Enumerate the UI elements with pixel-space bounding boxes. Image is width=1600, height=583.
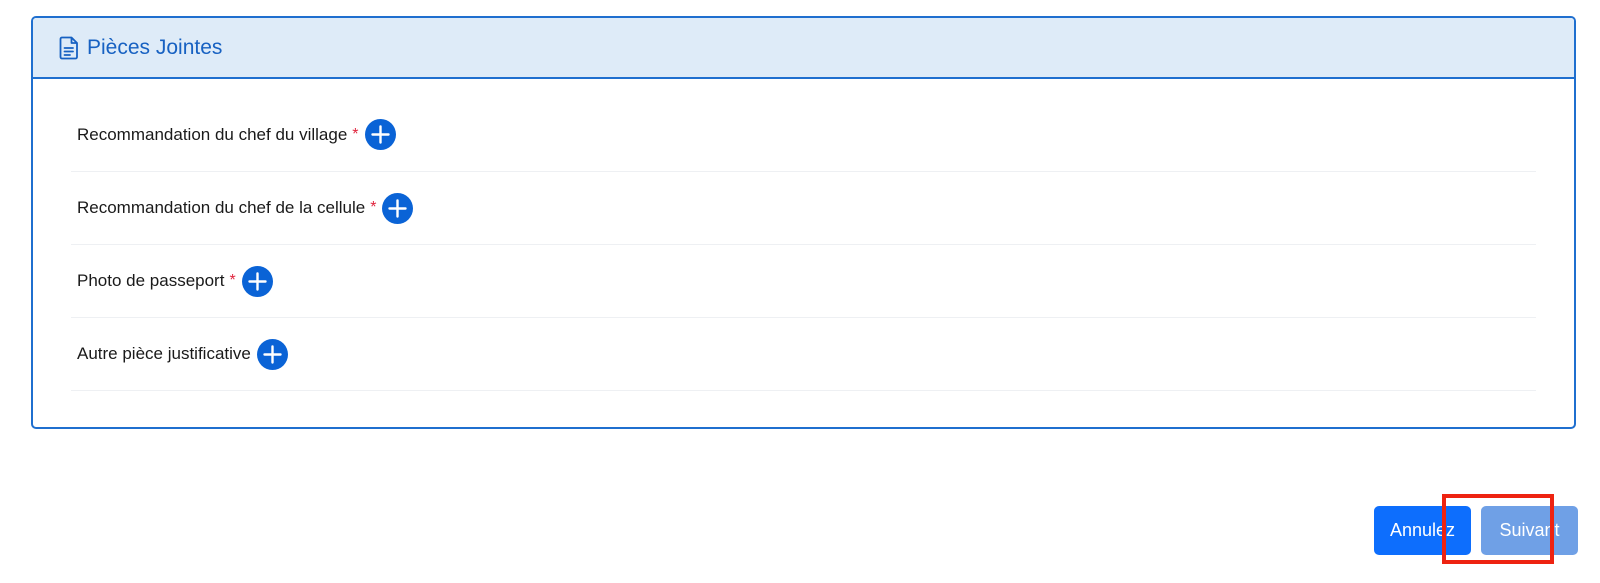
plus-circle-icon — [388, 198, 408, 218]
required-marker: * — [352, 125, 359, 143]
attachment-label: Recommandation du chef du village — [77, 124, 348, 144]
required-marker: * — [370, 199, 377, 216]
panel-header: Pièces Jointes — [33, 18, 1574, 79]
add-other-document-button[interactable] — [256, 338, 288, 370]
next-button[interactable]: Suivant — [1481, 506, 1578, 555]
form-actions: Annulez Suivant — [1374, 506, 1578, 555]
attachment-row-other-document: Autre pièce justificative — [71, 318, 1536, 391]
panel-title: Pièces Jointes — [87, 35, 223, 59]
attachments-list: Recommandation du chef du village * Reco… — [33, 79, 1574, 391]
plus-circle-icon — [370, 125, 390, 144]
add-village-chief-recommendation-button[interactable] — [364, 119, 396, 150]
add-passport-photo-button[interactable] — [241, 265, 273, 297]
add-cell-chief-recommendation-button[interactable] — [382, 192, 414, 224]
cancel-button[interactable]: Annulez — [1374, 506, 1471, 555]
attachments-panel: Pièces Jointes Recommandation du chef du… — [31, 16, 1576, 429]
required-marker: * — [229, 272, 236, 289]
attachment-row-passport-photo: Photo de passeport * — [71, 245, 1536, 318]
attachment-row-village-chief: Recommandation du chef du village * — [71, 79, 1536, 172]
attachment-label: Recommandation du chef de la cellule — [77, 198, 366, 217]
attachment-label: Photo de passeport — [77, 271, 225, 290]
attachment-row-cell-chief: Recommandation du chef de la cellule * — [71, 172, 1536, 245]
attachment-label: Autre pièce justificative — [77, 344, 251, 363]
plus-circle-icon — [247, 271, 267, 291]
document-icon — [59, 36, 79, 60]
plus-circle-icon — [263, 344, 282, 364]
